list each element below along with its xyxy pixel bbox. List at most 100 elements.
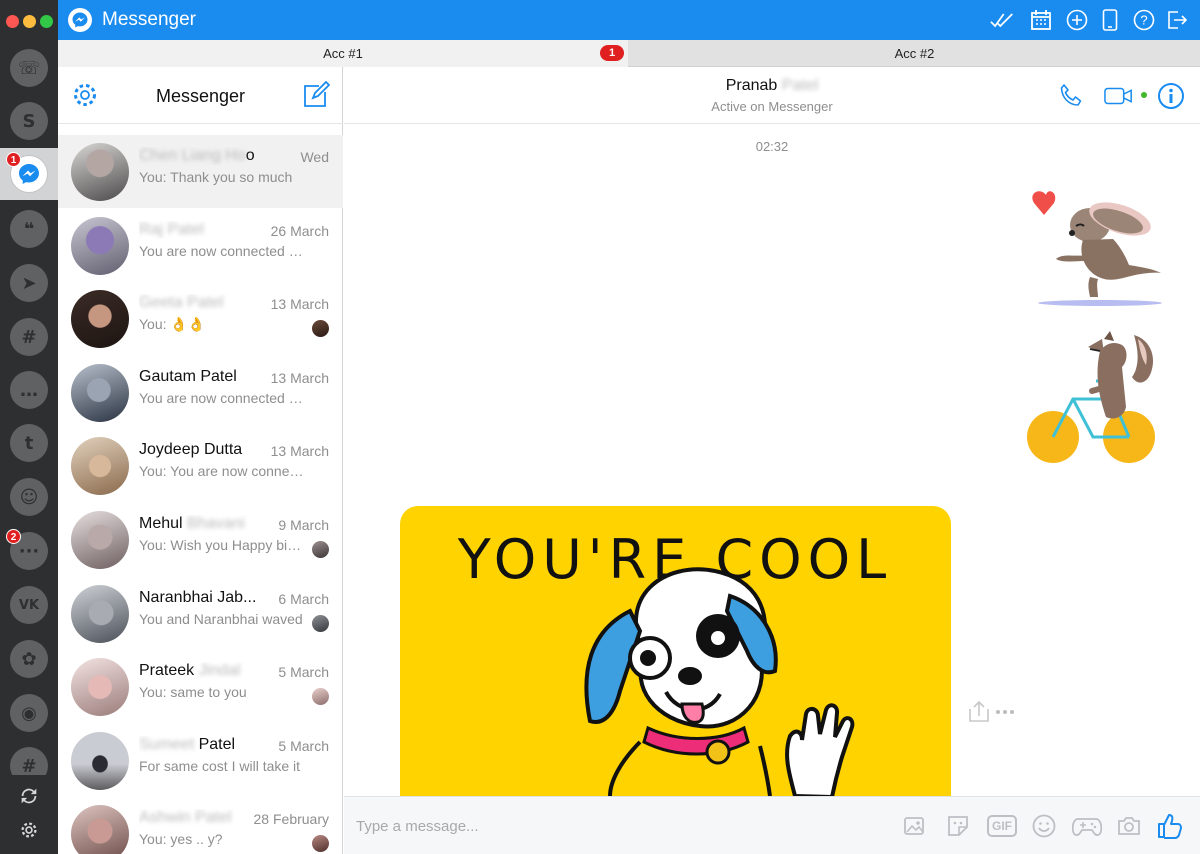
- avatar: [71, 732, 129, 790]
- close-window-button[interactable]: [6, 15, 19, 28]
- conversation-date: 6 March: [278, 591, 329, 607]
- conversation-item[interactable]: Raj Patel 26 March You are now connected…: [58, 209, 343, 282]
- app-window: ☏ S 1 ❝ ➤ # … t ☺ ··· 2 VK ✿ ◉ # Messeng…: [0, 0, 1200, 854]
- conversation-item[interactable]: Prateek Jindal 5 March You: same to you: [58, 650, 343, 723]
- service-twitter[interactable]: t: [0, 417, 58, 469]
- games-icon[interactable]: [1071, 812, 1103, 840]
- settings-gear-icon[interactable]: [17, 818, 41, 842]
- avatar: [71, 805, 129, 854]
- message-snippet: For same cost I will take it: [139, 758, 301, 774]
- message-snippet: You are now connected on Messenger: [139, 390, 304, 406]
- list-header: Messenger: [58, 67, 343, 124]
- phone-call-icon[interactable]: [1056, 81, 1086, 111]
- mobile-device-icon[interactable]: [1098, 8, 1122, 32]
- svg-text:?: ?: [1140, 13, 1147, 28]
- logout-icon[interactable]: [1165, 8, 1189, 32]
- service-messenger[interactable]: 1: [0, 148, 58, 200]
- conversation-date: Wed: [300, 149, 329, 165]
- avatar: [71, 511, 129, 569]
- contact-name: Gautam Patel: [139, 368, 237, 385]
- icq-icon: ✿: [10, 640, 48, 678]
- conversation-date: 5 March: [278, 664, 329, 680]
- contact-name: Raj Patel: [139, 221, 204, 238]
- compose-icon[interactable]: [302, 80, 331, 109]
- seen-avatar: [312, 320, 329, 337]
- contact-name: Geeta Patel: [139, 294, 224, 311]
- service-vk[interactable]: VK: [0, 579, 58, 631]
- info-icon[interactable]: [1156, 81, 1186, 111]
- message-actions: [964, 699, 1024, 725]
- conversation-item[interactable]: Joydeep Dutta 13 March You: You are now …: [58, 429, 343, 502]
- message-composer: GIF: [344, 796, 1200, 854]
- avatar: [71, 585, 129, 643]
- youre-cool-sticker[interactable]: YOU'RE COOL: [400, 506, 951, 796]
- service-more[interactable]: #: [0, 741, 58, 775]
- tab-unread-badge: 1: [600, 45, 624, 61]
- service-skype[interactable]: S: [0, 95, 58, 147]
- sticker-icon[interactable]: [944, 812, 972, 840]
- photo-attach-icon[interactable]: [901, 812, 929, 840]
- service-slack[interactable]: #: [0, 311, 58, 363]
- tab-acc-1[interactable]: Acc #1 1: [58, 40, 628, 67]
- mark-all-read-icon[interactable]: [990, 8, 1014, 32]
- service-sms[interactable]: ··· 2: [0, 525, 58, 577]
- hangouts-icon: ❝: [10, 210, 48, 248]
- camera-icon[interactable]: [1115, 812, 1143, 840]
- service-discord[interactable]: ◉: [0, 687, 58, 739]
- conversation-item[interactable]: Naranbhai Jab... 6 March You and Naranbh…: [58, 577, 343, 650]
- chat-bubble-icon: …: [10, 371, 48, 409]
- conversation-date: 13 March: [270, 370, 329, 386]
- message-input[interactable]: [356, 813, 756, 839]
- service-icq[interactable]: ✿: [0, 633, 58, 685]
- service-whatsapp[interactable]: ☏: [0, 42, 58, 94]
- message-snippet: You: yes .. y?: [139, 831, 223, 847]
- avatar: [71, 437, 129, 495]
- tab-label: Acc #2: [894, 46, 935, 61]
- conversation-item[interactable]: Chen Liang Hoo Wed You: Thank you so muc…: [58, 135, 343, 208]
- skype-icon: S: [10, 102, 48, 140]
- refresh-icon[interactable]: [17, 784, 41, 808]
- service-hangouts[interactable]: ❝: [0, 203, 58, 255]
- service-telegram[interactable]: ➤: [0, 257, 58, 309]
- conversation-date: 26 March: [270, 223, 329, 239]
- gif-icon[interactable]: GIF: [986, 812, 1018, 840]
- message-snippet: You: same to you: [139, 684, 247, 700]
- conversation-item[interactable]: Sumeet Patel 5 March For same cost I wil…: [58, 724, 343, 797]
- conversation-item[interactable]: Gautam Patel 13 March You are now connec…: [58, 356, 343, 429]
- conversation-item[interactable]: Mehul Bhavani 9 March You: Wish you Happ…: [58, 503, 343, 576]
- service-smile-app[interactable]: ☺: [0, 471, 58, 523]
- whatsapp-icon: ☏: [10, 49, 48, 87]
- message-snippet: You: You are now connected: [139, 463, 304, 479]
- discord-icon: ◉: [10, 694, 48, 732]
- fox-bicycle-sticker[interactable]: [1026, 329, 1158, 467]
- message-snippet: You are now connected on Messenger: [139, 243, 304, 259]
- calendar-icon[interactable]: [1029, 8, 1053, 32]
- conversation-date: 5 March: [278, 738, 329, 754]
- conversation-item[interactable]: Geeta Patel 13 March You: 👌👌: [58, 282, 343, 355]
- service-chat[interactable]: …: [0, 364, 58, 416]
- conversation-item[interactable]: Ashwin Patel 28 February You: yes .. y?: [58, 797, 343, 854]
- contact-name: Prateek Jindal: [139, 662, 241, 679]
- gif-label: GIF: [987, 815, 1017, 837]
- emoji-icon[interactable]: [1030, 812, 1058, 840]
- minimize-window-button[interactable]: [23, 15, 36, 28]
- slack-icon: #: [10, 318, 48, 356]
- video-call-icon[interactable]: [1104, 81, 1134, 111]
- seen-avatar: [312, 541, 329, 558]
- help-icon[interactable]: ?: [1132, 8, 1156, 32]
- like-thumb-icon[interactable]: [1156, 812, 1184, 840]
- smile-app-icon: ☺: [10, 478, 48, 516]
- add-account-icon[interactable]: [1065, 8, 1089, 32]
- app-title: Messenger: [102, 9, 196, 30]
- title-bar: Messenger ?: [58, 0, 1200, 40]
- more-service-icon: #: [10, 747, 48, 775]
- chat-header: Pranab Patel Active on Messenger: [344, 67, 1200, 124]
- contact-name: Mehul Bhavani: [139, 515, 245, 532]
- avatar: [71, 658, 129, 716]
- message-snippet: You and Naranbhai waved: [139, 611, 303, 627]
- conversation-date: 13 March: [270, 443, 329, 459]
- dog-heart-sticker[interactable]: [1028, 185, 1168, 310]
- zoom-window-button[interactable]: [40, 15, 53, 28]
- tab-acc-2[interactable]: Acc #2: [629, 40, 1200, 67]
- seen-avatar: [312, 615, 329, 632]
